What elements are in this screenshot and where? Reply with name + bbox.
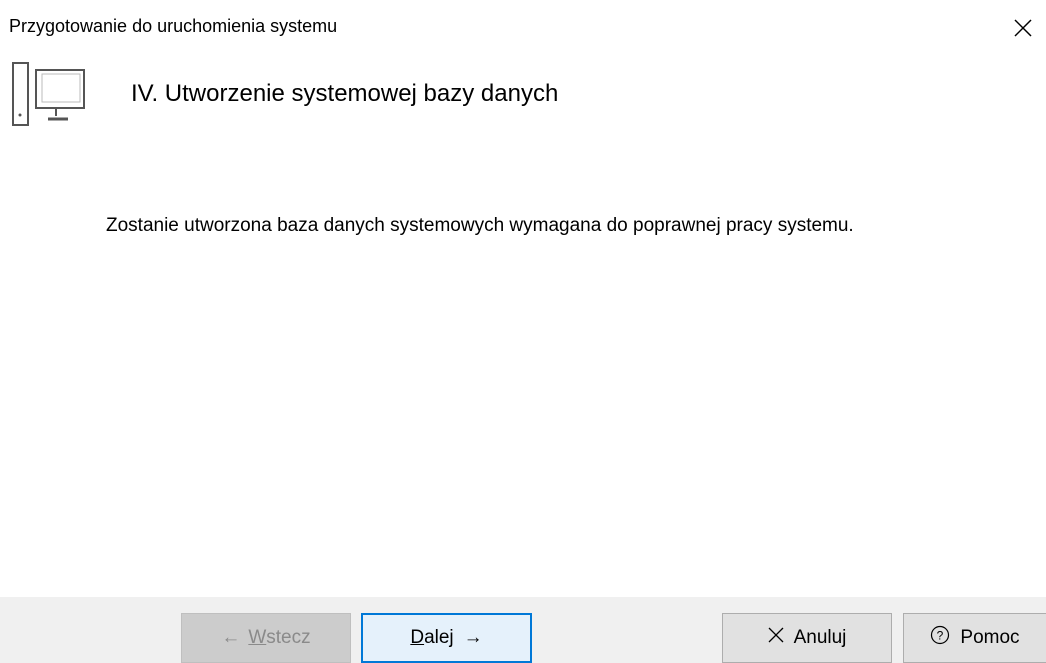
step-description: Zostanie utworzona baza danych systemowy… [106, 215, 854, 236]
computer-icon [12, 62, 86, 128]
step-title: IV. Utworzenie systemowej bazy danych [131, 80, 559, 107]
arrow-right-icon: → [463, 627, 483, 648]
close-x-icon [768, 627, 784, 649]
back-accel-key: W [248, 627, 267, 648]
back-label: stecz [266, 627, 311, 648]
question-circle-icon: ? [930, 625, 950, 651]
title-bar: Przygotowanie do uruchomienia systemu [0, 0, 1046, 52]
back-button[interactable]: ← Wstecz [181, 613, 351, 663]
close-button[interactable] [1000, 6, 1046, 50]
help-button[interactable]: ? Pomoc [903, 613, 1046, 663]
next-button[interactable]: Dalej → [361, 613, 532, 663]
next-accel-key: D [410, 627, 425, 648]
svg-text:?: ? [937, 629, 944, 643]
window-title: Przygotowanie do uruchomienia systemu [9, 16, 338, 36]
setup-wizard-window: Przygotowanie do uruchomienia systemu IV… [0, 0, 1046, 663]
cancel-button[interactable]: Anuluj [722, 613, 892, 663]
next-label: alej [424, 627, 454, 648]
arrow-left-icon: ← [221, 627, 241, 648]
close-icon [1014, 19, 1032, 37]
help-label: Pomoc [960, 627, 1020, 648]
cancel-label: Anuluj [793, 627, 847, 648]
wizard-footer: ← Wstecz Dalej → Anuluj ? Pomoc [0, 597, 1046, 663]
